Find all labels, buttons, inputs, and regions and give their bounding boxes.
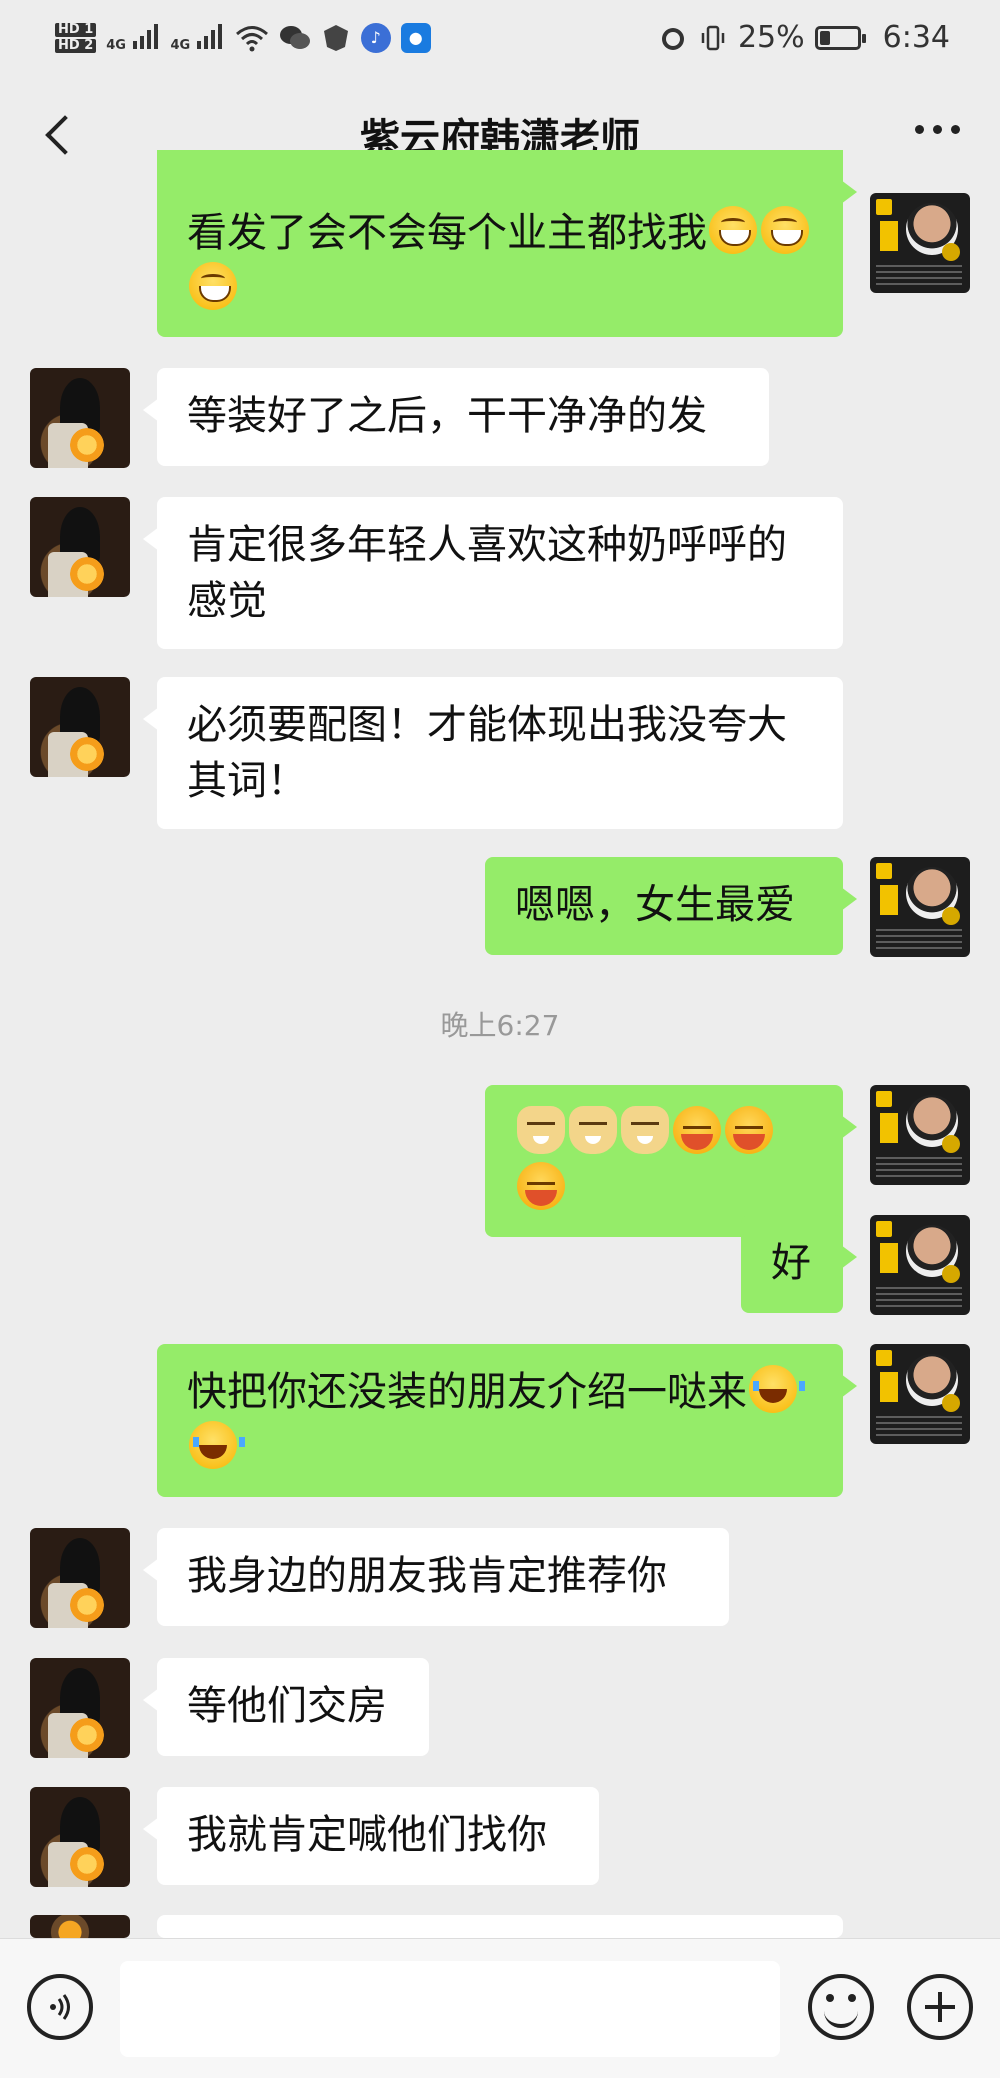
my-avatar[interactable] <box>870 193 970 293</box>
message-text: 必须要配图！才能体现出我没夸大其词！ <box>187 702 787 804</box>
message-text: 我就肯定喊他们找你 <box>187 1812 547 1858</box>
emoji-icon[interactable] <box>808 1974 874 2040</box>
shy-emoji-icon <box>725 1106 773 1154</box>
plus-icon[interactable] <box>907 1974 973 2040</box>
doge-emoji-icon <box>621 1106 669 1154</box>
contact-avatar[interactable] <box>30 368 130 468</box>
back-chevron-icon[interactable] <box>30 105 90 165</box>
message-text: 看发了会不会每个业主都找我 <box>187 210 707 256</box>
contact-avatar[interactable] <box>30 1787 130 1887</box>
hd1-label: HD 1 <box>55 22 97 37</box>
doge-emoji-icon <box>517 1106 565 1154</box>
hd2-label: HD 2 <box>55 38 97 53</box>
message-text: 好 <box>771 1240 811 1286</box>
contact-avatar[interactable] <box>30 497 130 597</box>
input-bar <box>0 1938 1000 2078</box>
message-bubble[interactable] <box>143 1915 843 1969</box>
contact-avatar[interactable] <box>30 1528 130 1628</box>
message-bubble[interactable]: 看发了会不会每个业主都找我 <box>157 150 857 337</box>
message-text: 嗯嗯，女生最爱 <box>515 882 795 928</box>
battery-icon <box>814 25 866 50</box>
message-text: 等他们交房 <box>187 1683 387 1729</box>
grin-emoji-icon <box>761 206 809 254</box>
message-bubble[interactable]: 嗯嗯，女生最爱 <box>485 857 857 955</box>
doge-emoji-icon <box>569 1106 617 1154</box>
message-bubble[interactable]: 好 <box>741 1215 857 1313</box>
network1-label: 4G <box>106 37 126 53</box>
wifi-icon <box>235 25 268 51</box>
contact-avatar[interactable] <box>30 1658 130 1758</box>
message-text: 我身边的朋友我肯定推荐你 <box>187 1553 667 1599</box>
network2-label: 4G <box>170 37 191 53</box>
my-avatar[interactable] <box>870 1215 970 1315</box>
laugh-emoji-icon <box>189 1421 245 1469</box>
message-bubble[interactable]: 等他们交房 <box>143 1658 429 1756</box>
vibrate-icon <box>701 25 725 50</box>
status-bar: HD 1 HD 2 4G 4G ♪ ● 25% 6:34 <box>0 0 1000 75</box>
message-text: 快把你还没装的朋友介绍一哒来 <box>187 1369 747 1415</box>
music-icon: ♪ <box>360 22 391 53</box>
timestamp: 晚上6:27 <box>440 1009 560 1042</box>
message-bubble[interactable]: 我就肯定喊他们找你 <box>143 1787 599 1885</box>
more-dots-icon[interactable] <box>915 125 960 134</box>
signal-icon: 4G <box>106 23 160 53</box>
message-bubble[interactable]: 等装好了之后，干干净净的发 <box>143 368 769 466</box>
alarm-icon <box>661 27 684 50</box>
hd-indicator: HD 1 HD 2 <box>55 21 97 55</box>
grin-emoji-icon <box>709 206 757 254</box>
clock: 6:34 <box>882 20 950 55</box>
signal-icon-2: 4G <box>171 23 225 53</box>
my-avatar[interactable] <box>870 1344 970 1444</box>
battery-percent: 25% <box>737 20 805 55</box>
shy-emoji-icon <box>673 1106 721 1154</box>
contact-avatar[interactable] <box>30 1915 130 1938</box>
message-bubble[interactable]: 必须要配图！才能体现出我没夸大其词！ <box>143 677 843 829</box>
shy-emoji-icon <box>517 1162 565 1210</box>
message-bubble[interactable]: 我身边的朋友我肯定推荐你 <box>143 1528 729 1626</box>
message-text: 等装好了之后，干干净净的发 <box>187 393 707 439</box>
message-bubble[interactable]: 肯定很多年轻人喜欢这种奶呼呼的感觉 <box>143 497 843 649</box>
contact-avatar[interactable] <box>30 677 130 777</box>
my-avatar[interactable] <box>870 857 970 957</box>
wechat-icon <box>279 25 310 49</box>
voice-icon[interactable] <box>27 1974 93 2040</box>
grin-emoji-icon <box>189 262 237 310</box>
message-input[interactable] <box>120 1961 780 2057</box>
my-avatar[interactable] <box>870 1085 970 1185</box>
laugh-emoji-icon <box>749 1365 805 1413</box>
message-text: 肯定很多年轻人喜欢这种奶呼呼的感觉 <box>187 522 787 624</box>
shield-icon <box>323 24 348 51</box>
lightbulb-icon: ● <box>400 22 431 53</box>
message-bubble[interactable]: 快把你还没装的朋友介绍一哒来 <box>157 1344 857 1497</box>
battery-fill <box>819 30 830 45</box>
